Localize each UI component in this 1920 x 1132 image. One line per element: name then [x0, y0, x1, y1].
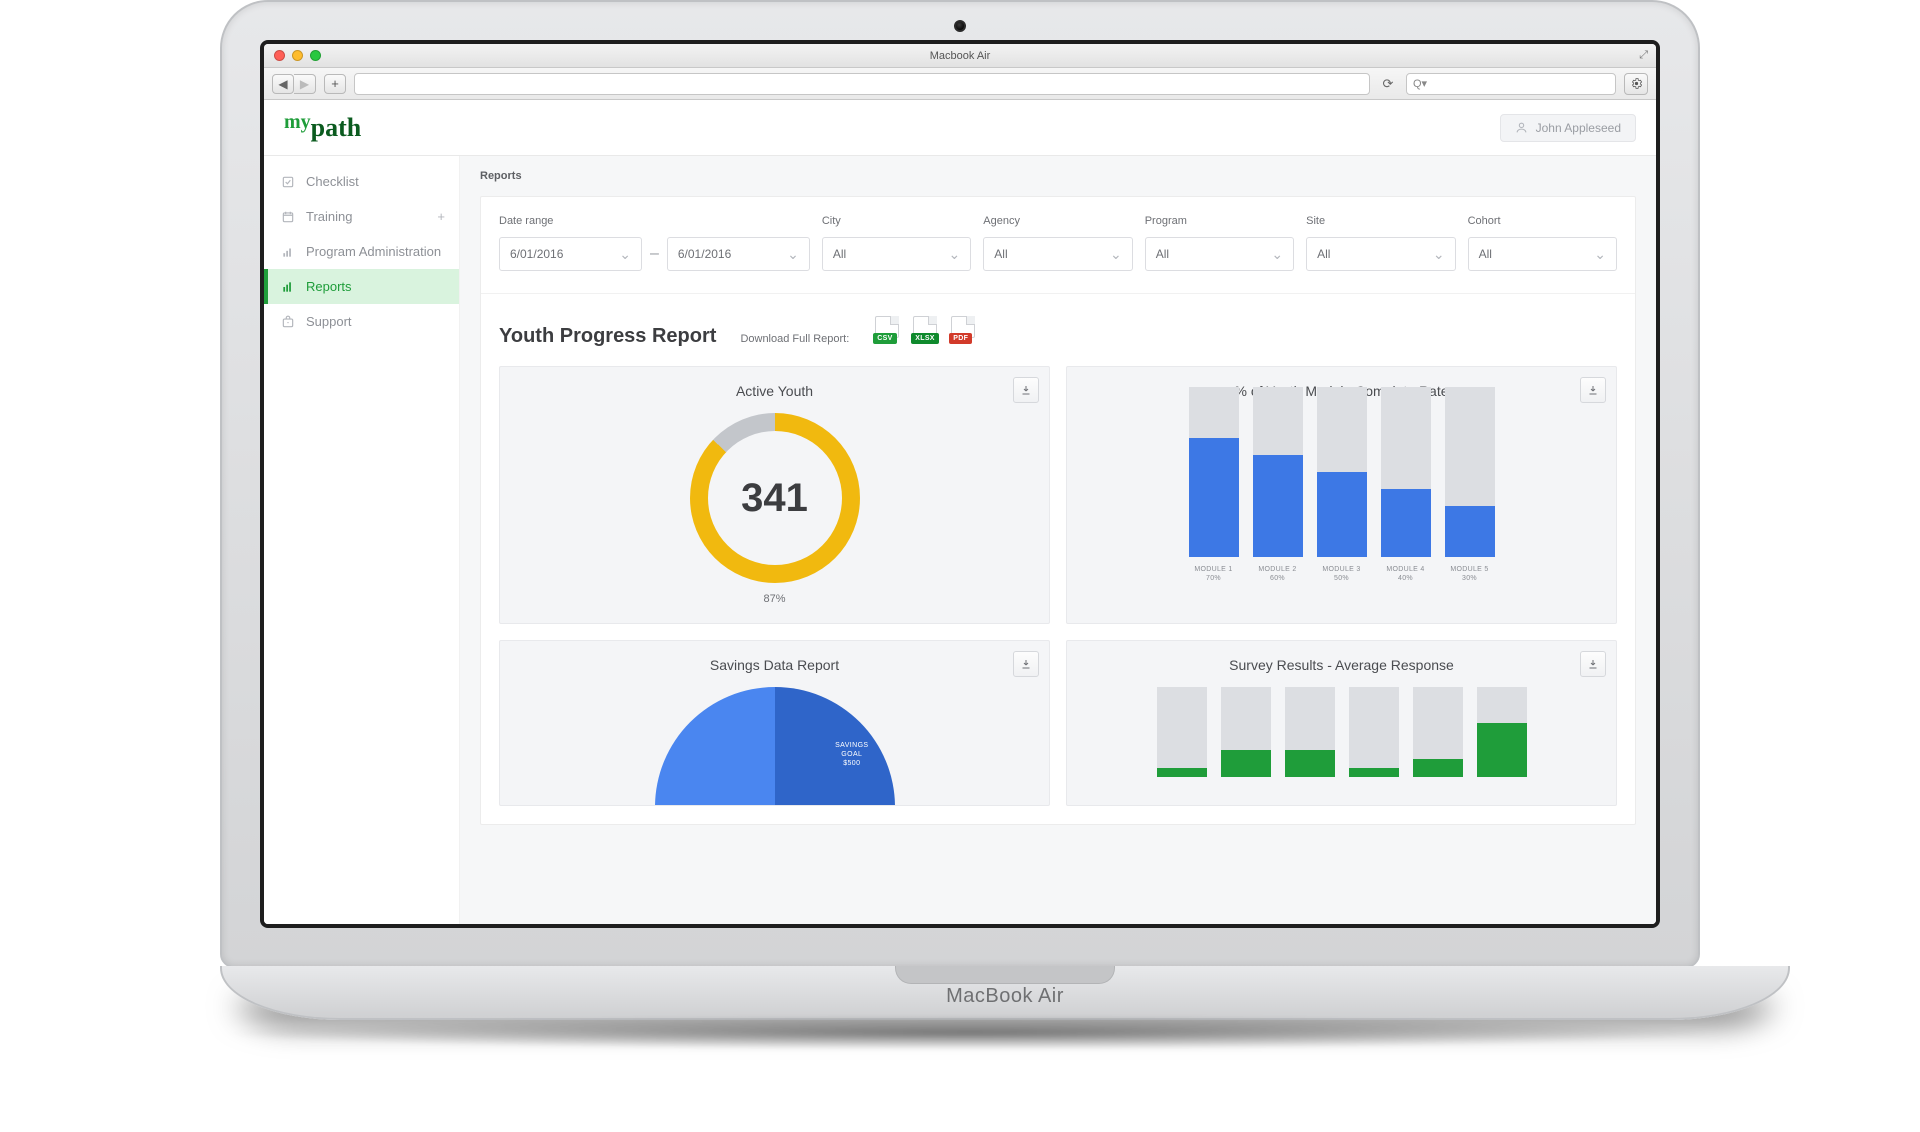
donut-chart: 341	[690, 413, 860, 583]
chevron-down-icon: ⌄	[1271, 246, 1283, 263]
card-savings-data: Savings Data Report SAVINGS GOAL $500	[499, 640, 1050, 806]
reports-icon	[280, 280, 296, 294]
card-download-button[interactable]	[1013, 377, 1039, 403]
download-icon	[1020, 658, 1032, 670]
user-menu[interactable]: John Appleseed	[1500, 114, 1636, 142]
training-icon	[280, 210, 296, 224]
card-download-button[interactable]	[1580, 377, 1606, 403]
support-icon	[280, 315, 296, 329]
filters-row: Date range 6/01/2016 ⌄ –	[481, 197, 1635, 294]
user-icon	[1515, 121, 1528, 134]
sidebar-item-admin[interactable]: Program Administration	[264, 234, 459, 269]
date-from-select[interactable]: 6/01/2016 ⌄	[499, 237, 642, 271]
card-survey-results: Survey Results - Average Response	[1066, 640, 1617, 806]
chevron-down-icon: ⌄	[787, 246, 799, 263]
traffic-close-icon[interactable]	[274, 50, 285, 61]
nav-back-button[interactable]: ◀	[272, 74, 294, 94]
sidebar-item-support[interactable]: Support	[264, 304, 459, 339]
reload-icon[interactable]: ⟳	[1378, 76, 1398, 92]
filter-label: City	[822, 215, 971, 227]
expand-icon[interactable]: ⤢	[1639, 49, 1648, 62]
chevron-down-icon: ⌄	[1594, 246, 1606, 263]
checklist-icon	[280, 175, 296, 189]
filter-label: Date range	[499, 215, 810, 227]
nav-forward-button[interactable]: ▶	[294, 74, 316, 94]
sidebar-item-checklist[interactable]: Checklist	[264, 164, 459, 199]
browser-toolbar: ◀ ▶ + ⟳ Q▾	[264, 68, 1656, 100]
chevron-down-icon: ⌄	[949, 246, 961, 263]
site-select[interactable]: All⌄	[1306, 237, 1455, 271]
browser-settings-button[interactable]	[1624, 73, 1648, 95]
card-download-button[interactable]	[1013, 651, 1039, 677]
city-select[interactable]: All⌄	[822, 237, 971, 271]
bar-chart	[1083, 687, 1600, 777]
new-tab-button[interactable]: +	[324, 74, 346, 94]
filter-label: Site	[1306, 215, 1455, 227]
download-label: Download Full Report:	[740, 333, 849, 345]
expand-icon: +	[437, 209, 445, 224]
filter-label: Cohort	[1468, 215, 1617, 227]
user-name: John Appleseed	[1536, 121, 1621, 135]
sidebar-item-label: Checklist	[306, 174, 359, 189]
admin-icon	[280, 245, 296, 259]
date-to-select[interactable]: 6/01/2016 ⌄	[667, 237, 810, 271]
app-logo: mypath	[284, 113, 361, 143]
sidebar-item-label: Program Administration	[306, 244, 441, 259]
sidebar-item-label: Reports	[306, 279, 352, 294]
donut-percent: 87%	[763, 593, 785, 605]
laptop-mockup: Macbook Air ⤢ ◀ ▶ + ⟳ Q▾	[220, 0, 1700, 1050]
chevron-down-icon: ⌄	[1110, 246, 1122, 263]
download-pdf-button[interactable]: PDF	[949, 320, 977, 342]
download-xlsx-button[interactable]: XLSX	[911, 320, 939, 342]
card-title: Survey Results - Average Response	[1083, 657, 1600, 673]
donut-value: 341	[690, 413, 860, 583]
download-csv-button[interactable]: CSV	[873, 320, 901, 342]
window-title: Macbook Air	[930, 50, 991, 62]
bar-chart: MODULE 170% MODULE 260% MODULE 350% MODU…	[1083, 413, 1600, 583]
sidebar: Checklist Training +	[264, 156, 460, 924]
sidebar-item-training[interactable]: Training +	[264, 199, 459, 234]
traffic-minimize-icon[interactable]	[292, 50, 303, 61]
report-title: Youth Progress Report	[499, 325, 716, 348]
chevron-down-icon: ⌄	[1433, 246, 1445, 263]
card-active-youth: Active Youth 341 87%	[499, 366, 1050, 624]
device-model-label: MacBook Air	[946, 985, 1064, 1008]
program-select[interactable]: All⌄	[1145, 237, 1294, 271]
chevron-down-icon: ⌄	[619, 246, 631, 263]
pie-chart: SAVINGS GOAL $500	[655, 687, 895, 806]
card-module-complete: % of Youth Module Complete Rate MODULE 1…	[1066, 366, 1617, 624]
sidebar-item-label: Support	[306, 314, 352, 329]
camera-icon	[954, 20, 966, 32]
pie-slice-label: SAVINGS GOAL $500	[835, 741, 868, 768]
agency-select[interactable]: All⌄	[983, 237, 1132, 271]
filter-label: Agency	[983, 215, 1132, 227]
sidebar-item-reports[interactable]: Reports	[264, 269, 459, 304]
download-icon	[1587, 658, 1599, 670]
download-icon	[1587, 384, 1599, 396]
card-title: Savings Data Report	[516, 657, 1033, 673]
browser-search-input[interactable]: Q▾	[1406, 73, 1616, 95]
download-icon	[1020, 384, 1032, 396]
sidebar-item-label: Training	[306, 209, 352, 224]
os-titlebar: Macbook Air ⤢	[264, 44, 1656, 68]
filter-label: Program	[1145, 215, 1294, 227]
url-input[interactable]	[354, 73, 1370, 95]
card-title: Active Youth	[516, 383, 1033, 399]
breadcrumb: Reports	[460, 156, 1656, 196]
cohort-select[interactable]: All⌄	[1468, 237, 1617, 271]
card-download-button[interactable]	[1580, 651, 1606, 677]
traffic-zoom-icon[interactable]	[310, 50, 321, 61]
